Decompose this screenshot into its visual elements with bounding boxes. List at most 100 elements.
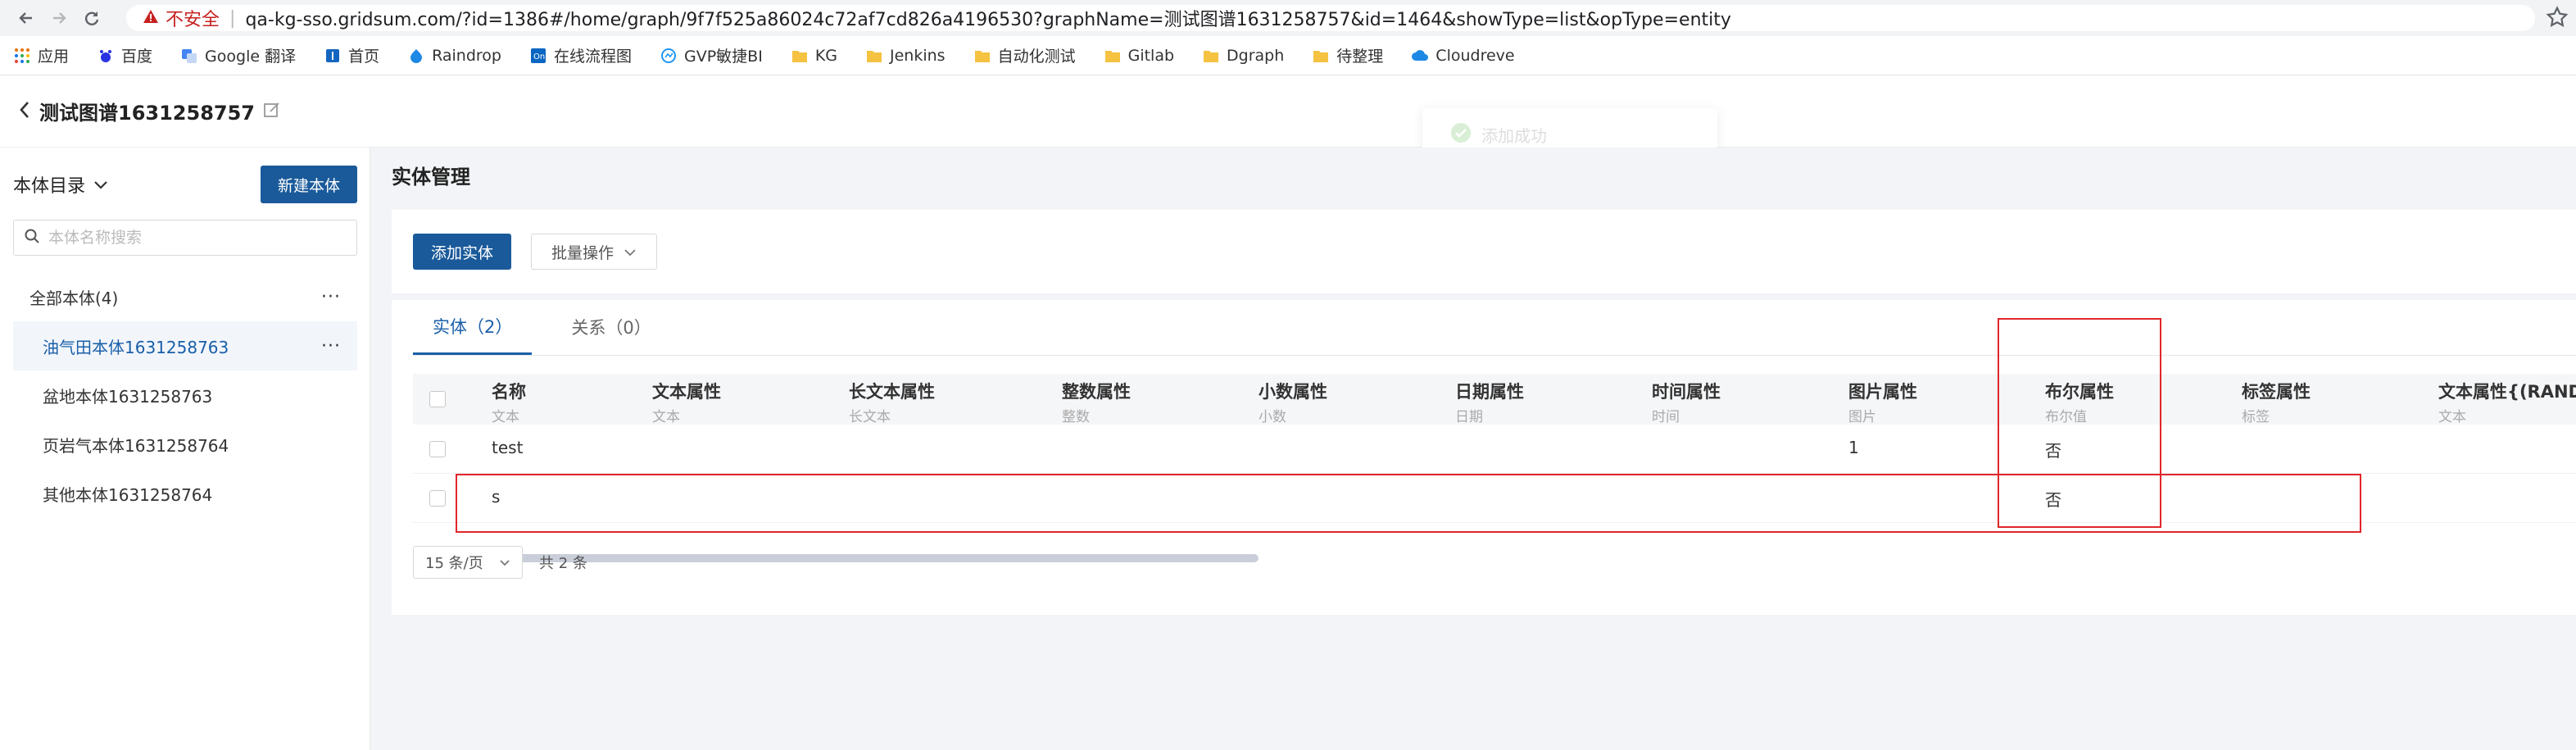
folder-icon (1202, 47, 1220, 65)
bookmark-item[interactable]: 首页 (324, 44, 379, 66)
raindrop-icon (407, 47, 425, 65)
bookmark-label: GVP敏捷BI (684, 48, 763, 66)
column-header: 文本属性 文本 (652, 379, 721, 425)
column-name: 时间属性 (1652, 382, 1721, 402)
bookmark-item[interactable]: Dgraph (1202, 47, 1284, 65)
page-size-select[interactable]: 15 条/页 (413, 546, 523, 579)
column-type: 标签 (2242, 409, 2270, 425)
table-row[interactable]: test 1 否 (413, 425, 2576, 474)
column-type: 时间 (1652, 409, 1680, 425)
folder-icon (973, 47, 991, 65)
bookmark-label: 百度 (121, 48, 153, 66)
column-header: 日期属性 日期 (1455, 379, 1524, 425)
batch-ops-label: 批量操作 (551, 243, 615, 262)
row-checkbox[interactable] (429, 441, 446, 457)
bookmark-item[interactable]: On 在线流程图 (529, 44, 632, 66)
bookmark-item[interactable]: GVP敏捷BI (660, 44, 763, 66)
new-ontology-button[interactable]: 新建本体 (261, 166, 357, 203)
table-cell: 否 (2045, 490, 2061, 510)
column-type: 布尔值 (2045, 409, 2087, 425)
page-title: 实体管理 (392, 166, 470, 189)
column-name: 名称 (492, 382, 526, 402)
column-header: 时间属性 时间 (1652, 379, 1721, 425)
column-name: 文本属性 (652, 382, 721, 402)
row-checkbox[interactable] (429, 490, 446, 507)
add-entity-button[interactable]: 添加实体 (413, 234, 512, 270)
bookmark-label: Gitlab (1127, 46, 1175, 65)
toast-text: 添加成功 (1481, 125, 1547, 146)
insecure-label: 不安全 (166, 10, 220, 30)
cloud-icon (1411, 47, 1429, 65)
table-body: test 1 否 s 否 (413, 425, 2576, 523)
table-header: 名称 文本 文本属性 文本 长文本属性 长文本 整数属性 整数 小数属性 小数 日期属性 日期 时间属性… (413, 374, 2576, 425)
bookmark-item[interactable]: Google 翻译 (180, 44, 296, 66)
star-icon[interactable] (2545, 5, 2569, 33)
reload-icon[interactable] (75, 2, 108, 34)
column-type: 文本 (2438, 409, 2466, 425)
home-icon (324, 47, 342, 65)
address-bar[interactable]: 不安全 | qa-kg-sso.gridsum.com/?id=1386#/ho… (126, 5, 2535, 31)
svg-text:On: On (533, 52, 545, 61)
back-icon[interactable] (10, 2, 43, 34)
bookmark-label: Raindrop (432, 46, 501, 65)
sidebar-item[interactable]: 其他本体1631258764 (13, 469, 357, 518)
edit-icon[interactable] (263, 101, 281, 122)
folder-icon (865, 47, 883, 65)
bookmark-item[interactable]: Cloudreve (1411, 47, 1515, 65)
ontology-search[interactable] (13, 220, 357, 256)
graph-title: 测试图谱1631258757 (39, 102, 255, 125)
column-header: 名称 文本 (492, 379, 526, 425)
bookmark-label: Jenkins (890, 46, 946, 65)
bookmark-label: Dgraph (1227, 46, 1285, 65)
tab-entities[interactable]: 实体（2） (413, 299, 533, 355)
more-icon[interactable]: ··· (321, 287, 341, 307)
entity-table: 名称 文本 文本属性 文本 长文本属性 长文本 整数属性 整数 小数属性 小数 日期属性 日期 时间属性… (413, 374, 2576, 562)
column-name: 布尔属性 (2045, 382, 2114, 402)
bookmark-item[interactable]: Raindrop (407, 47, 501, 65)
pagination: 15 条/页 共 2 条 (413, 546, 587, 579)
tab-relations[interactable]: 关系（0） (551, 299, 670, 355)
bookmark-item[interactable]: 自动化测试 (973, 44, 1076, 66)
sidebar-item-label: 全部本体(4) (29, 288, 119, 308)
bi-icon (660, 47, 678, 65)
sidebar-item[interactable]: 油气田本体1631258763 ··· (13, 321, 357, 370)
search-input[interactable] (48, 229, 343, 247)
ontology-sidebar: 本体目录 新建本体 全部本体(4) ··· 油气田本体1631258763 ··· 盆地… (0, 148, 370, 750)
bookmark-item[interactable]: 应用 (13, 44, 69, 66)
table-row[interactable]: s否 (413, 474, 2576, 523)
divider: | (229, 7, 236, 29)
sidebar-header: 本体目录 新建本体 (13, 166, 357, 203)
table-cell: 否 (2045, 441, 2061, 461)
folder-icon (791, 47, 809, 65)
bookmark-item[interactable]: 百度 (97, 44, 152, 66)
select-all-checkbox[interactable] (429, 391, 446, 407)
column-name: 长文本属性 (849, 382, 935, 402)
column-type: 整数 (1062, 409, 1090, 425)
column-header: 小数属性 小数 (1259, 379, 1327, 425)
batch-ops-dropdown[interactable]: 批量操作 (531, 234, 658, 270)
column-type: 长文本 (849, 409, 891, 425)
column-header: 标签属性 标签 (2242, 379, 2311, 425)
sidebar-item[interactable]: 全部本体(4) ··· (13, 272, 357, 321)
ontology-dropdown[interactable]: 本体目录 (13, 171, 108, 198)
chevron-left-icon[interactable] (18, 100, 31, 123)
sidebar-item[interactable]: 页岩气本体1631258764 (13, 420, 357, 469)
bookmark-item[interactable]: Jenkins (865, 47, 946, 65)
bookmark-item[interactable]: Gitlab (1104, 47, 1174, 65)
column-type: 图片 (1848, 409, 1876, 425)
sidebar-title: 本体目录 (13, 176, 86, 197)
bookmark-item[interactable]: KG (791, 47, 837, 65)
forward-icon[interactable] (43, 2, 75, 34)
bookmark-label: 首页 (348, 48, 380, 66)
more-icon[interactable]: ··· (321, 336, 341, 357)
folder-icon (1312, 47, 1330, 65)
column-type: 文本 (492, 409, 519, 425)
warning-icon (143, 8, 159, 29)
security-indicator[interactable]: 不安全 (143, 5, 220, 31)
column-name: 文本属性{(RAND (2438, 382, 2576, 402)
column-name: 整数属性 (1062, 382, 1131, 402)
sidebar-item[interactable]: 盆地本体1631258763 (13, 370, 357, 420)
check-circle-icon (1450, 122, 1472, 148)
entity-panel: 实体（2） 关系（0） 名称 文本 文本属性 文本 长文本属性 长文本 整数属性 整数 小数属性小… (392, 300, 2576, 615)
bookmark-item[interactable]: 待整理 (1312, 44, 1383, 66)
